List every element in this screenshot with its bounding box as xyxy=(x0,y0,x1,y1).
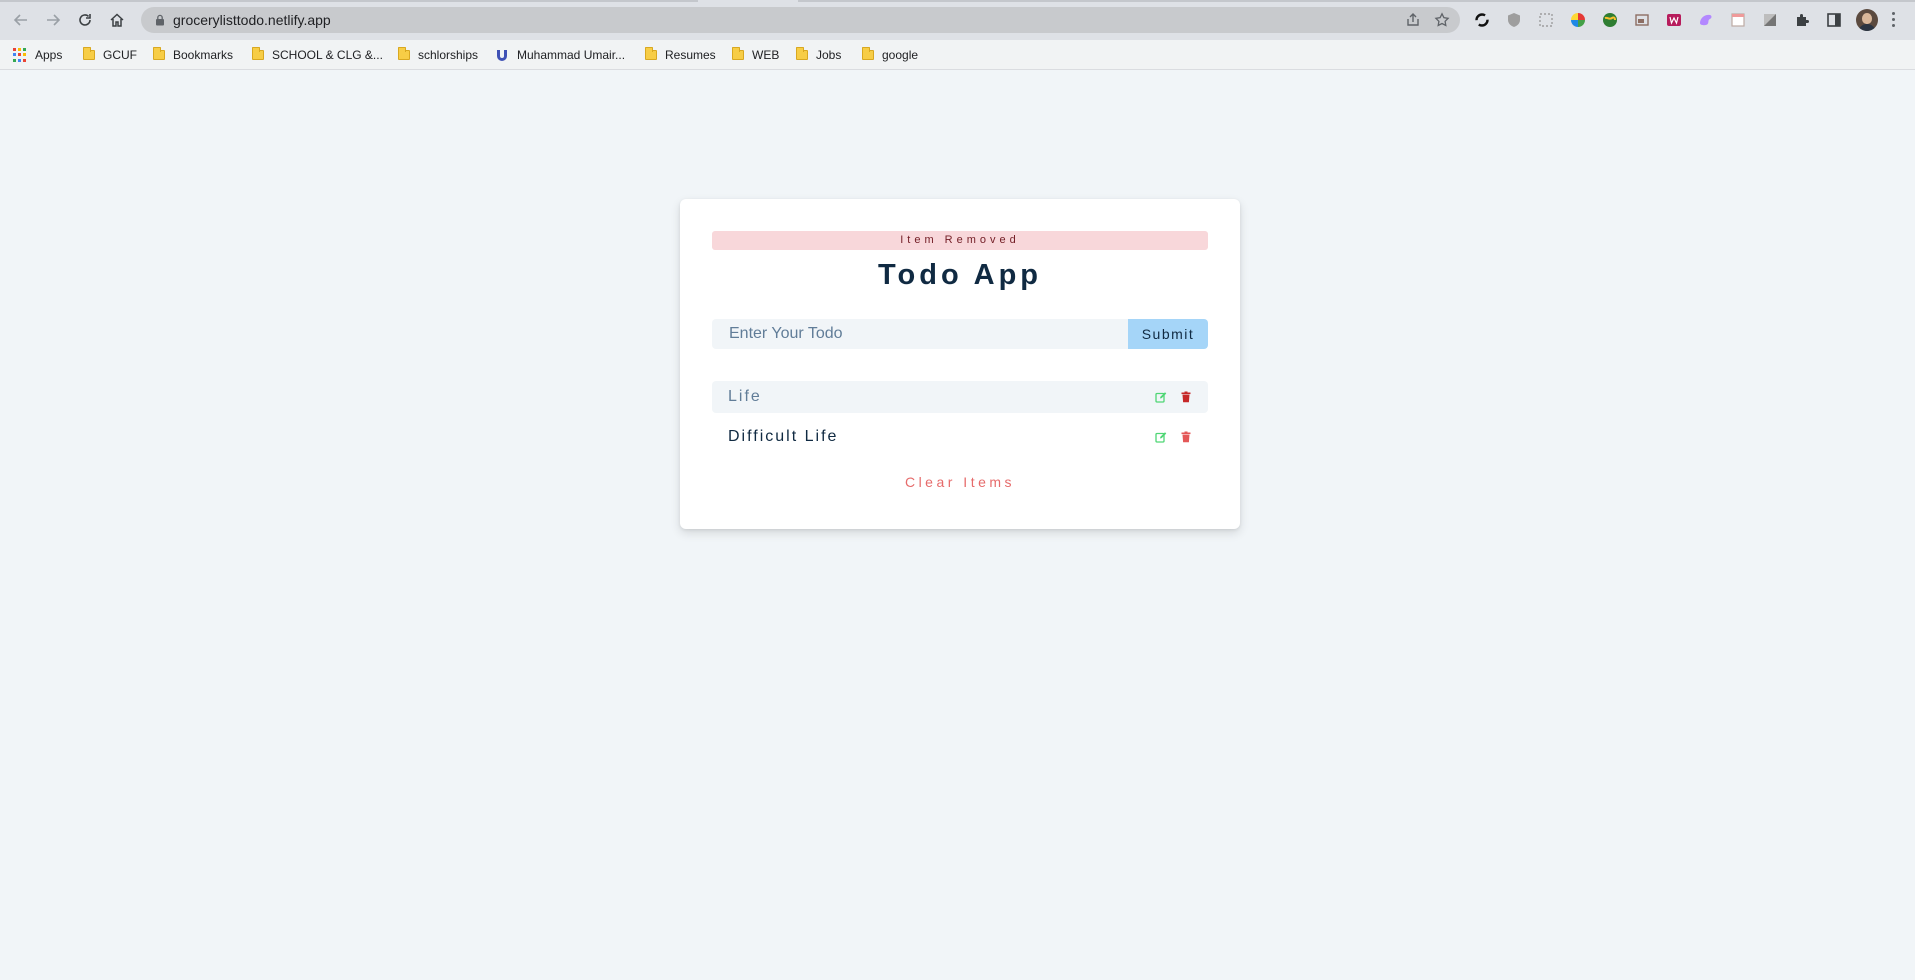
extension-sync-icon[interactable] xyxy=(1473,11,1491,29)
extension-color-wheel-icon[interactable] xyxy=(1569,11,1587,29)
bookmark-gcuf[interactable]: GCUF xyxy=(83,40,137,70)
todo-input[interactable] xyxy=(712,319,1128,349)
trash-icon[interactable] xyxy=(1179,431,1192,444)
extensions-puzzle-icon[interactable] xyxy=(1793,11,1811,29)
reload-button[interactable] xyxy=(73,8,97,32)
list-item: Life xyxy=(712,381,1208,413)
bookmark-bookmarks[interactable]: Bookmarks xyxy=(153,40,233,70)
bookmark-jobs[interactable]: Jobs xyxy=(796,40,841,70)
bookmark-star-icon[interactable] xyxy=(1434,12,1450,28)
bookmark-label: google xyxy=(882,48,919,62)
apps-grid-icon xyxy=(13,48,27,62)
clear-items-button[interactable]: Clear Items xyxy=(680,474,1240,490)
bookmark-label: Muhammad Umair... xyxy=(517,48,626,62)
browser-menu-icon[interactable] xyxy=(1890,10,1896,30)
trash-icon[interactable] xyxy=(1179,391,1192,404)
bookmark-label: WEB xyxy=(752,48,780,62)
bookmark-school-clg[interactable]: SCHOOL & CLG &... xyxy=(252,40,383,70)
extension-wappalyzer-icon[interactable] xyxy=(1665,11,1683,29)
folder-icon xyxy=(83,47,95,60)
bookmark-label: schlorships xyxy=(418,48,479,62)
bookmark-schlorships[interactable]: schlorships xyxy=(398,40,478,70)
side-panel-icon[interactable] xyxy=(1825,11,1843,29)
back-button[interactable] xyxy=(9,8,33,32)
share-icon[interactable] xyxy=(1405,12,1421,28)
bookmark-label: SCHOOL & CLG &... xyxy=(272,48,383,62)
extension-globe-icon[interactable] xyxy=(1601,11,1619,29)
todo-form: Submit xyxy=(712,319,1208,349)
bookmark-label: Resumes xyxy=(665,48,716,62)
bookmark-web[interactable]: WEB xyxy=(732,40,779,70)
todo-list: Life Difficult Life xyxy=(712,381,1208,461)
tab-strip-edge xyxy=(0,0,698,2)
reload-icon xyxy=(79,14,91,26)
alert-banner: Item Removed xyxy=(712,231,1208,250)
edit-icon[interactable] xyxy=(1154,431,1167,444)
folder-icon xyxy=(153,47,165,60)
item-title: Life xyxy=(728,388,762,405)
profile-avatar[interactable] xyxy=(1856,9,1878,31)
tab-strip-edge xyxy=(798,0,1915,2)
extension-gradient-icon[interactable] xyxy=(1761,11,1779,29)
folder-icon xyxy=(645,47,657,60)
lock-icon xyxy=(156,14,164,26)
address-bar[interactable]: grocerylisttodo.netlify.app xyxy=(141,7,1460,33)
item-actions xyxy=(1154,391,1192,404)
extension-palette-icon[interactable] xyxy=(1697,11,1715,29)
folder-icon xyxy=(252,47,264,60)
list-item: Difficult Life xyxy=(712,421,1208,453)
bookmarks-bar: Apps GCUF Bookmarks SCHOOL & CLG &... sc… xyxy=(0,40,1915,70)
bookmark-label: Bookmarks xyxy=(173,48,234,62)
extension-calendar-icon[interactable] xyxy=(1729,11,1747,29)
site-favicon-icon xyxy=(497,50,507,61)
folder-icon xyxy=(398,47,410,60)
bookmark-label: GCUF xyxy=(103,48,137,62)
submit-button[interactable]: Submit xyxy=(1128,319,1208,349)
browser-toolbar: grocerylisttodo.netlify.app xyxy=(0,0,1915,40)
todo-card: Item Removed Todo App Submit Life Diffic… xyxy=(680,199,1240,529)
forward-arrow-icon xyxy=(47,14,61,26)
forward-button[interactable] xyxy=(41,8,65,32)
edit-icon[interactable] xyxy=(1154,391,1167,404)
item-actions xyxy=(1154,431,1192,444)
bookmark-apps[interactable]: Apps xyxy=(13,40,62,70)
item-title: Difficult Life xyxy=(728,428,839,445)
bookmark-resumes[interactable]: Resumes xyxy=(645,40,716,70)
folder-icon xyxy=(796,47,808,60)
url-text: grocerylisttodo.netlify.app xyxy=(173,12,331,28)
page-title: Todo App xyxy=(877,259,1043,291)
bookmark-label: Apps xyxy=(35,48,63,62)
bookmark-label: Jobs xyxy=(816,48,842,62)
home-button[interactable] xyxy=(105,8,129,32)
folder-icon xyxy=(862,47,874,60)
bookmark-muhammad-umair[interactable]: Muhammad Umair... xyxy=(495,40,625,70)
extension-shield-icon[interactable] xyxy=(1505,11,1523,29)
extension-window-icon[interactable] xyxy=(1633,11,1651,29)
extension-screenshot-icon[interactable] xyxy=(1537,11,1555,29)
folder-icon xyxy=(732,47,744,60)
bookmark-google[interactable]: google xyxy=(862,40,918,70)
back-arrow-icon xyxy=(13,14,27,26)
home-icon xyxy=(110,13,124,27)
